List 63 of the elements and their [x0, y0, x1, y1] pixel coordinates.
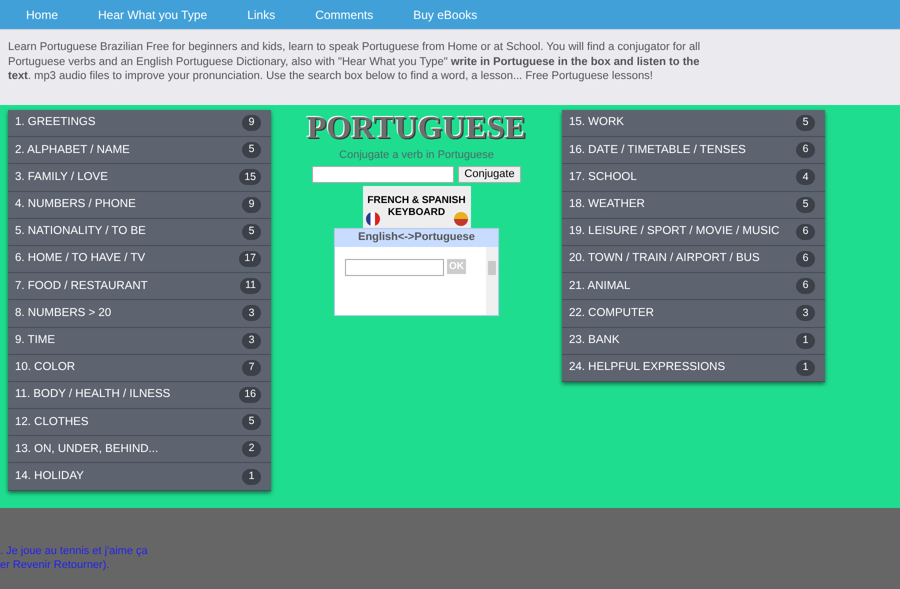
lesson-link[interactable]: 19. LEISURE / SPORT / MOVIE / MUSIC 6: [562, 218, 825, 246]
count-badge: 2: [242, 441, 261, 458]
count-badge: 5: [242, 142, 261, 158]
lesson-link[interactable]: 16. DATE / TIMETABLE / TENSES 6: [562, 137, 825, 164]
count-badge: 1: [242, 468, 261, 485]
count-badge: 3: [242, 305, 261, 322]
footer-text: . Je joue au tennis et j'aime ça: [0, 544, 149, 558]
lesson-link[interactable]: 13. ON, UNDER, BEHIND... 2: [8, 436, 271, 464]
lesson-link[interactable]: 6. HOME / TO HAVE / TV 17: [8, 246, 271, 274]
lesson-link[interactable]: 14. HOLIDAY 1: [8, 463, 271, 491]
lesson-link[interactable]: 24. HELPFUL EXPRESSIONS 1: [562, 354, 825, 382]
lesson-link[interactable]: 22. COMPUTER 3: [562, 300, 825, 328]
count-badge: 5: [796, 196, 815, 213]
count-badge: 9: [242, 196, 261, 213]
lesson-link[interactable]: 17. SCHOOL 4: [562, 164, 825, 192]
site-title: PORTUGUESE: [306, 110, 526, 144]
lesson-link[interactable]: 15. WORK 5: [562, 110, 825, 138]
conjugate-button[interactable]: Conjugate: [458, 166, 521, 182]
lesson-link[interactable]: 18. WEATHER 5: [562, 192, 825, 219]
lesson-link[interactable]: 1. GREETINGS 9: [8, 110, 271, 138]
banner-text: FRENCH & SPANISH: [367, 194, 466, 206]
count-badge: 6: [796, 142, 815, 158]
lesson-link[interactable]: 8. NUMBERS > 20 3: [8, 300, 271, 328]
flag-icon: [366, 212, 380, 226]
dictionary-title: English<->Portuguese: [335, 228, 498, 246]
lesson-link[interactable]: 2. ALPHABET / NAME 5: [8, 137, 271, 164]
count-badge: 4: [796, 169, 815, 186]
footer-text: er Revenir Retourner).: [0, 558, 110, 572]
lesson-link[interactable]: 20. TOWN / TRAIN / AIRPORT / BUS 6: [562, 246, 825, 274]
lesson-link[interactable]: 9. TIME 3: [8, 328, 271, 355]
verb-input[interactable]: [312, 166, 454, 182]
count-badge: 16: [239, 386, 261, 403]
lesson-link[interactable]: 12. CLOTHES 5: [8, 409, 271, 436]
lesson-link[interactable]: 3. FAMILY / LOVE 15: [8, 164, 271, 192]
count-badge: 11: [240, 278, 261, 294]
count-badge: 15: [239, 169, 261, 186]
count-badge: 17: [239, 251, 261, 268]
lesson-link[interactable]: 7. FOOD / RESTAURANT 11: [8, 273, 271, 300]
count-badge: 5: [796, 115, 815, 132]
conjugate-label: Conjugate a verb in Portuguese: [339, 148, 494, 163]
keyboard-banner[interactable]: FRENCH & SPANISH KEYBOARD: [362, 186, 470, 228]
banner-text: KEYBOARD: [388, 206, 446, 218]
count-badge: 5: [242, 414, 261, 430]
flag-icon: [454, 212, 468, 226]
lesson-link[interactable]: 5. NATIONALITY / TO BE 5: [8, 218, 271, 246]
lesson-link[interactable]: 10. COLOR 7: [8, 354, 271, 382]
count-badge: 7: [242, 360, 261, 376]
lesson-link[interactable]: 23. BANK 1: [562, 328, 825, 355]
intro-text: Learn Portuguese Brazilian Free for beginners and kids, learn to speak Portuguese from Home or at School. You will find a conjugator for all Portuguese verbs and an English Portuguese Dictionary, also with "Hear What you Type" write in Portuguese in the box and listen to the text. mp3 audio files to improve your pronunciation. Use the search box below to find a word, a lesson... Free Portuguese lessons!: [8, 40, 702, 84]
lesson-link[interactable]: 4. NUMBERS / PHONE 9: [8, 192, 271, 219]
count-badge: 3: [242, 332, 261, 349]
scrollbar[interactable]: [486, 246, 498, 314]
count-badge: 6: [796, 251, 815, 268]
count-badge: 3: [796, 305, 815, 322]
lesson-link[interactable]: 21. ANIMAL 6: [562, 273, 825, 300]
count-badge: 9: [242, 115, 261, 132]
lesson-link[interactable]: 11. BODY / HEALTH / ILNESS 16: [8, 382, 271, 410]
dictionary-input[interactable]: [345, 258, 444, 276]
count-badge: 1: [796, 332, 815, 349]
count-badge: 5: [242, 224, 261, 240]
count-badge: 6: [796, 224, 815, 240]
count-badge: 6: [796, 278, 815, 294]
count-badge: 1: [796, 360, 815, 376]
